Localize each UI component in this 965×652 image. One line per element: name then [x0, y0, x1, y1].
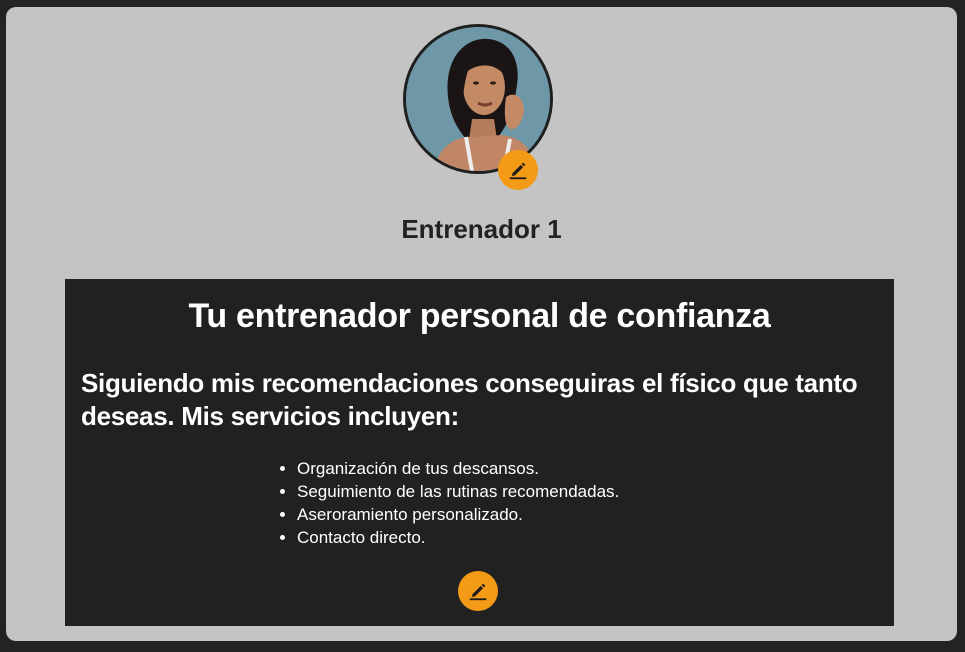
- avatar: [403, 24, 553, 174]
- avatar-container: [403, 24, 553, 190]
- list-item: Contacto directo.: [297, 526, 619, 549]
- list-item: Seguimiento de las rutinas recomendadas.: [297, 480, 619, 503]
- edit-description-button[interactable]: [458, 571, 498, 611]
- profile-card: Entrenador 1 Tu entrenador personal de c…: [6, 7, 957, 641]
- services-list: Organización de tus descansos. Seguimien…: [277, 457, 619, 549]
- pencil-icon: [509, 162, 527, 180]
- panel-subtitle: Siguiendo mis recomendaciones conseguira…: [81, 368, 858, 431]
- panel-title: Tu entrenador personal de confianza: [188, 297, 771, 335]
- list-item: Aseroramiento personalizado.: [297, 503, 619, 526]
- trainer-name: Entrenador 1: [401, 214, 562, 244]
- edit-avatar-button[interactable]: [498, 150, 538, 190]
- list-item: Organización de tus descansos.: [297, 457, 619, 480]
- avatar-photo: [406, 27, 550, 171]
- pencil-icon: [469, 583, 487, 601]
- description-panel: Tu entrenador personal de confianza Sigu…: [65, 279, 894, 626]
